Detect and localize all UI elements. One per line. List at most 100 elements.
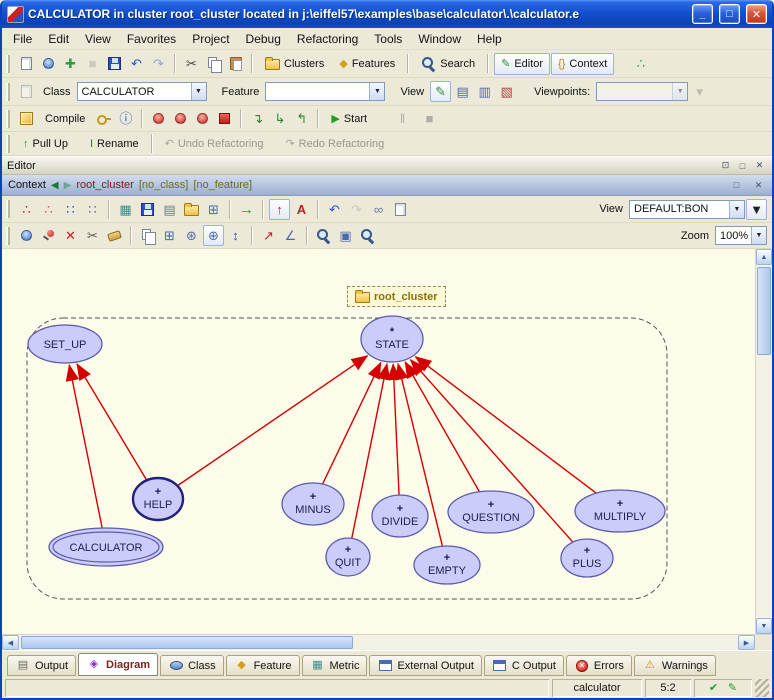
step-over-icon[interactable]: ↴ [247, 108, 268, 129]
zoom-combo-arrow-icon[interactable]: ▼ [751, 227, 766, 244]
toggle-anchors-icon[interactable] [16, 225, 37, 246]
debug-options-icon[interactable] [192, 108, 213, 129]
class-combo[interactable]: CALCULATOR▼ [77, 82, 207, 101]
menu-help[interactable]: Help [469, 29, 510, 49]
viewpoints-combo-arrow-icon[interactable]: ▼ [672, 83, 687, 100]
scroll-right-button[interactable]: ▶ [738, 635, 755, 650]
tab-metric[interactable]: ▦Metric [302, 655, 368, 676]
layout-window-icon[interactable]: ⊞ [203, 199, 224, 220]
external-commands-icon[interactable]: ∴ [630, 53, 651, 74]
menu-refactoring[interactable]: Refactoring [289, 29, 366, 49]
menu-edit[interactable]: Edit [40, 29, 77, 49]
undock-icon[interactable]: ⊡ [718, 159, 733, 173]
tab-diagram[interactable]: ◈Diagram [78, 653, 158, 676]
vertical-scroll-track[interactable] [756, 265, 772, 618]
history-up-icon[interactable]: ↑ [269, 199, 290, 220]
diagram-tab-icon[interactable]: ◈ [86, 657, 102, 673]
client-depth-icon[interactable]: ↗ [258, 225, 279, 246]
title-bar[interactable]: CALCULATOR in cluster root_cluster locat… [2, 0, 772, 28]
export-image-icon[interactable]: ▦ [115, 199, 136, 220]
inheritance-depth-icon[interactable]: ∠ [280, 225, 301, 246]
delete-item-icon[interactable]: ✕ [60, 225, 81, 246]
class-node-plus[interactable]: +PLUS [561, 539, 613, 577]
menu-view[interactable]: View [77, 29, 119, 49]
search-button[interactable]: Search [414, 53, 482, 75]
open-layout-icon[interactable] [181, 199, 202, 220]
zoom-fit-icon[interactable]: ▣ [335, 225, 356, 246]
paste-icon[interactable] [225, 53, 246, 74]
class-node-question[interactable]: +QUESTION [448, 491, 534, 533]
pull-up-button[interactable]: ↑Pull Up [16, 133, 75, 155]
menu-debug[interactable]: Debug [238, 29, 289, 49]
zoom-in-icon[interactable] [313, 225, 334, 246]
grid-layout-icon[interactable]: ⊞ [159, 225, 180, 246]
maximize-pane-icon[interactable]: □ [735, 159, 750, 173]
horizontal-scroll-thumb[interactable] [21, 636, 353, 649]
c-output-tab-icon[interactable] [492, 658, 508, 674]
toolbar-grip[interactable] [6, 110, 11, 128]
sort-classes-icon[interactable]: ↕ [225, 225, 246, 246]
context-maximize-icon[interactable]: □ [729, 178, 744, 192]
erase-item-icon[interactable] [104, 225, 125, 246]
melt-icon[interactable] [16, 108, 37, 129]
scroll-left-button[interactable]: ◀ [2, 635, 19, 650]
clusters-button[interactable]: Clusters [258, 53, 331, 75]
step-out-icon[interactable]: ↰ [291, 108, 312, 129]
start-button[interactable]: ▶Start [324, 108, 374, 130]
tab-errors[interactable]: ✕Errors [566, 655, 632, 676]
class-combo-arrow-icon[interactable]: ▼ [191, 83, 206, 100]
pin-class-icon[interactable] [38, 225, 59, 246]
toolbar-grip[interactable] [6, 200, 11, 218]
center-diagram-icon[interactable]: ⊕ [203, 225, 224, 246]
force-layout-icon[interactable]: ⊛ [181, 225, 202, 246]
class-relations-icon[interactable]: ∴ [16, 199, 37, 220]
close-pane-icon[interactable]: ✕ [752, 159, 767, 173]
undo-icon[interactable]: ↶ [126, 53, 147, 74]
vertical-scroll-thumb[interactable] [757, 267, 771, 355]
copy-icon[interactable] [203, 53, 224, 74]
toolbar-grip[interactable] [6, 55, 11, 73]
scroll-down-button[interactable]: ▼ [756, 618, 772, 634]
class-node-quit[interactable]: +QUIT [326, 538, 370, 576]
vertical-scrollbar[interactable]: ▲ ▼ [755, 249, 772, 634]
diagram-view-combo[interactable]: DEFAULT:BON▼ [629, 200, 745, 219]
interface-view-icon[interactable]: ▧ [496, 81, 517, 102]
class-node-help[interactable]: +HELP [133, 478, 183, 520]
menu-project[interactable]: Project [184, 29, 237, 49]
clickable-view-icon[interactable]: ▥ [474, 81, 495, 102]
editor-view-icon[interactable]: ✎ [430, 81, 451, 102]
context-button[interactable]: {}Context [551, 53, 614, 75]
class-node-minus[interactable]: +MINUS [282, 483, 344, 525]
save-icon[interactable] [104, 53, 125, 74]
tab-feature[interactable]: ◆Feature [226, 655, 300, 676]
save-layout-icon[interactable] [137, 199, 158, 220]
tab-output[interactable]: ▤Output [7, 655, 76, 676]
toggle-links-icon[interactable]: ∞ [368, 199, 389, 220]
tab-external-output[interactable]: External Output [369, 655, 481, 676]
features-button[interactable]: ◆Features [332, 53, 402, 75]
zoom-out-icon[interactable] [357, 225, 378, 246]
run-icon[interactable] [148, 108, 169, 129]
step-into-icon[interactable]: ↳ [269, 108, 290, 129]
undo-diagram-icon[interactable]: ↶ [324, 199, 345, 220]
view-menu-icon[interactable]: ▼ [746, 199, 767, 220]
context-cluster[interactable]: root_cluster [76, 179, 133, 191]
editor-button[interactable]: ✎Editor [494, 53, 550, 75]
scroll-up-button[interactable]: ▲ [756, 249, 772, 265]
text-labels-icon[interactable]: A [291, 199, 312, 220]
crop-diagram-icon[interactable] [390, 199, 411, 220]
rename-button[interactable]: IRename [83, 133, 146, 155]
back-icon[interactable]: ◀ [51, 180, 59, 191]
horizontal-scroll-track[interactable] [19, 635, 738, 650]
cut-links-icon[interactable]: ✂ [82, 225, 103, 246]
toolbar-grip[interactable] [6, 83, 11, 101]
menu-tools[interactable]: Tools [366, 29, 410, 49]
tab-c-output[interactable]: C Output [484, 655, 564, 676]
feature-combo-arrow-icon[interactable]: ▼ [369, 83, 384, 100]
warnings-tab-icon[interactable]: ⚠ [642, 658, 658, 674]
tab-class[interactable]: Class [160, 655, 224, 676]
add-inheritance-link-icon[interactable]: ∷ [82, 199, 103, 220]
maximize-button[interactable]: □ [719, 4, 740, 24]
horizontal-scrollbar[interactable]: ◀ ▶ [2, 634, 772, 650]
zoom-combo[interactable]: 100%▼ [715, 226, 767, 245]
